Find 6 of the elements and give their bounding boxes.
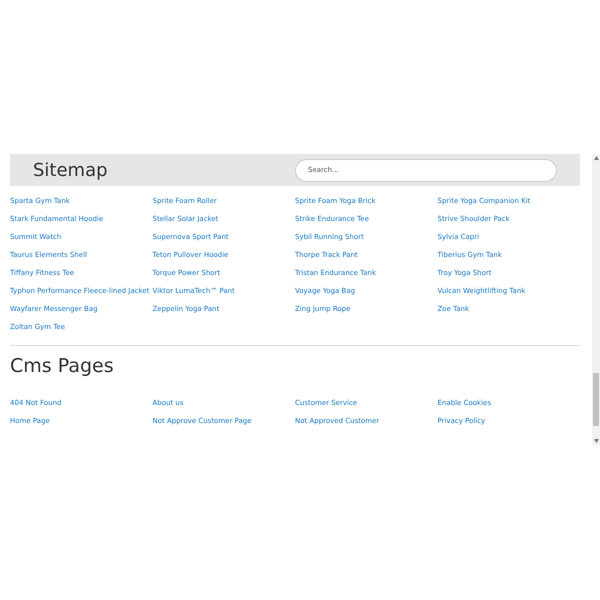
- scroll-up-icon[interactable]: [594, 156, 598, 160]
- scrollbar-thumb[interactable]: [593, 373, 599, 426]
- section-heading: Cms Pages: [10, 354, 115, 379]
- page-title: Sitemap: [33, 158, 108, 182]
- scroll-down-icon[interactable]: [594, 439, 598, 443]
- scrollbar[interactable]: [592, 154, 600, 445]
